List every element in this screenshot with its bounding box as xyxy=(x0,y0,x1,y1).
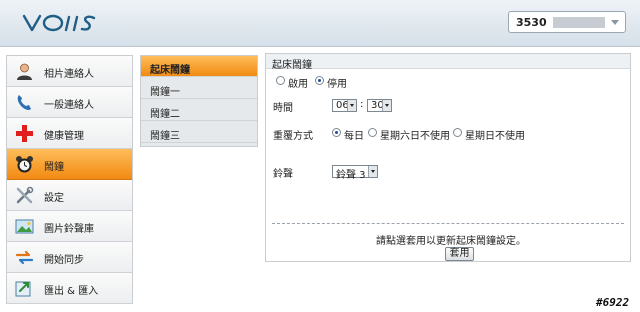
time-separator: : xyxy=(360,99,364,110)
sidebar-item-label: 健康管理 xyxy=(44,131,84,142)
tools-icon xyxy=(16,186,34,204)
enable-radio[interactable] xyxy=(276,76,285,85)
sidebar-item-label: 開始同步 xyxy=(44,255,84,266)
sidebar-item-export-import[interactable]: 匯出 & 匯入 xyxy=(7,273,132,304)
repeat-label: 重覆方式 xyxy=(273,131,313,142)
time-label: 時間 xyxy=(273,103,293,114)
disable-radio[interactable] xyxy=(315,76,324,85)
ringtone-label: 鈴聲 xyxy=(273,169,293,180)
subnav-item-label: 鬧鐘二 xyxy=(150,109,180,120)
sidebar-item-label: 設定 xyxy=(44,193,64,204)
repeat-option-label: 星期日不使用 xyxy=(465,131,525,142)
alarm-settings-panel: 起床鬧鐘 啟用 停用 時間 06 : 30 重覆方式 每日 星期六日不使用 星期… xyxy=(265,53,631,262)
redaction-mask xyxy=(553,17,605,28)
export-import-icon xyxy=(15,281,31,297)
subnav-item-label: 鬧鐘一 xyxy=(150,87,180,98)
ringtone-select[interactable]: 鈴聲 3 xyxy=(332,165,378,181)
sidebar-item-picture-ringtones[interactable]: 圖片鈴聲庫 xyxy=(7,211,132,242)
panel-title: 起床鬧鐘 xyxy=(272,60,312,71)
enable-label: 啟用 xyxy=(288,79,308,90)
hour-select[interactable]: 06 xyxy=(332,99,357,112)
repeat-no-weekend-radio[interactable] xyxy=(368,128,377,137)
device-select-value: 3530 xyxy=(516,16,547,29)
voiis-logo xyxy=(22,14,96,32)
sidebar: 相片連絡人 一般連絡人 健康管理 鬧鐘 設定 圖片鈴聲庫 開始同步 匯出 & 匯… xyxy=(6,55,133,304)
sidebar-item-label: 圖片鈴聲庫 xyxy=(44,224,94,235)
sidebar-item-contacts[interactable]: 一般連絡人 xyxy=(7,87,132,118)
device-select[interactable]: 3530 xyxy=(508,11,626,33)
apply-button[interactable]: 套用 xyxy=(445,247,474,261)
contact-photo-icon xyxy=(17,63,32,80)
subnav-item-alarm-1[interactable]: 鬧鐘一 xyxy=(141,78,257,99)
sidebar-item-settings[interactable]: 設定 xyxy=(7,180,132,211)
panel-title-bar: 起床鬧鐘 xyxy=(266,54,630,71)
repeat-option-label: 星期六日不使用 xyxy=(380,131,450,142)
sidebar-item-label: 一般連絡人 xyxy=(44,100,94,111)
subnav-item-label: 起床鬧鐘 xyxy=(150,65,190,76)
subnav-item-wakeup-alarm[interactable]: 起床鬧鐘 xyxy=(141,56,257,77)
minute-select[interactable]: 30 xyxy=(367,99,392,112)
subnav-item-alarm-2[interactable]: 鬧鐘二 xyxy=(141,100,257,121)
chevron-down-icon xyxy=(368,166,377,177)
repeat-daily-radio[interactable] xyxy=(332,128,341,137)
sidebar-item-label: 鬧鐘 xyxy=(44,162,64,173)
sidebar-item-alarm[interactable]: 鬧鐘 xyxy=(7,149,132,180)
sync-icon xyxy=(15,250,34,265)
ringtone-value: 鈴聲 3 xyxy=(336,170,366,181)
repeat-no-sunday-radio[interactable] xyxy=(453,128,462,137)
sidebar-item-sync[interactable]: 開始同步 xyxy=(7,242,132,273)
app-header: 3530 xyxy=(0,0,640,47)
alarm-subnav: 起床鬧鐘 鬧鐘一 鬧鐘二 鬧鐘三 xyxy=(140,55,258,147)
phone-icon xyxy=(17,95,31,110)
repeat-option-label: 每日 xyxy=(344,131,364,142)
sidebar-item-label: 相片連絡人 xyxy=(44,69,94,80)
subnav-item-label: 鬧鐘三 xyxy=(150,131,180,142)
sidebar-item-health[interactable]: 健康管理 xyxy=(7,118,132,149)
divider xyxy=(272,223,624,224)
alarm-clock-icon xyxy=(16,156,33,173)
chevron-down-icon xyxy=(382,100,391,111)
subnav-item-alarm-3[interactable]: 鬧鐘三 xyxy=(141,122,257,143)
picture-icon xyxy=(15,219,34,234)
chevron-down-icon xyxy=(347,100,356,111)
chevron-down-icon xyxy=(611,20,619,25)
corner-tag: #6922 xyxy=(596,296,630,309)
sidebar-item-photo-contacts[interactable]: 相片連絡人 xyxy=(7,56,132,87)
update-hint: 請點選套用以更新起床鬧鐘設定。 xyxy=(376,236,526,247)
disable-label: 停用 xyxy=(327,79,347,90)
sidebar-item-label: 匯出 & 匯入 xyxy=(44,286,99,297)
health-cross-icon xyxy=(16,125,33,142)
